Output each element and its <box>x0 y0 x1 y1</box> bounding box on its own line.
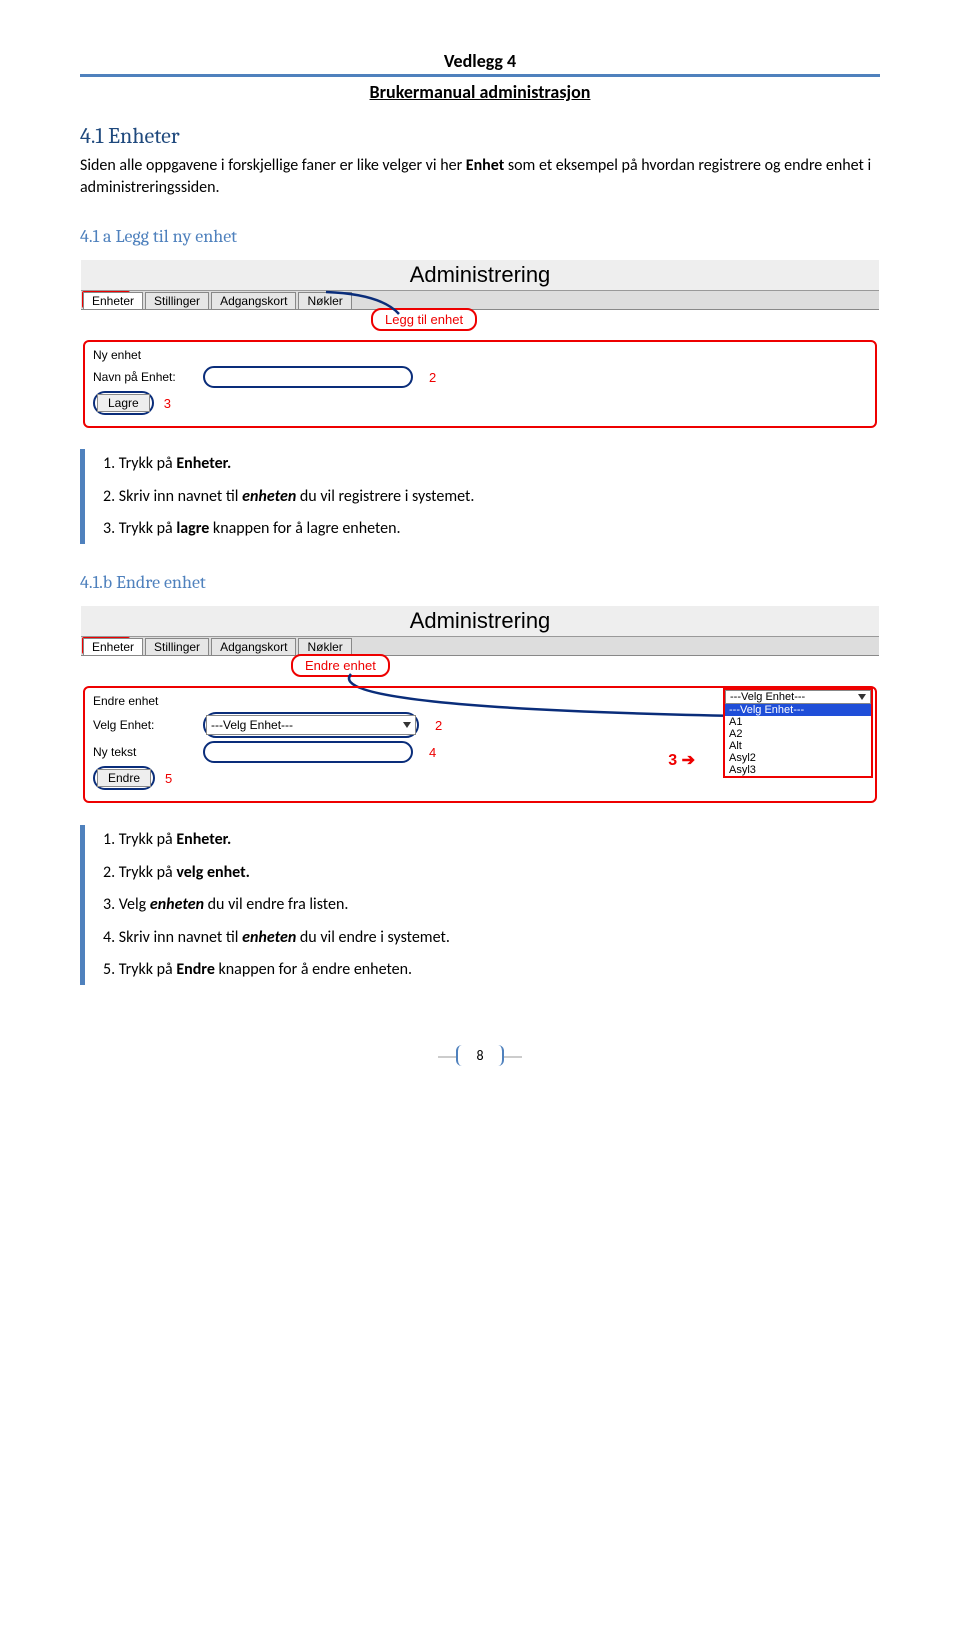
tab-stillinger[interactable]: Stillinger <box>145 292 209 309</box>
list-italic: enheten <box>150 895 204 914</box>
list-text: 5. Trykk på <box>103 960 176 979</box>
select-value: ---Velg Enhet--- <box>211 718 293 732</box>
list-bold: Endre <box>176 960 215 979</box>
list-text: du vil registrere i systemet. <box>296 487 474 506</box>
list-bold: Enheter. <box>176 830 231 849</box>
form-panel: Endre enhet Velg Enhet: ---Velg Enhet---… <box>83 686 877 803</box>
arrow-right-icon: ➔ <box>682 752 695 769</box>
dropdown-option[interactable]: Asyl3 <box>725 764 871 776</box>
list-item: 2. Trykk på velg enhet. <box>103 858 880 888</box>
field-label: Velg Enhet: <box>93 718 193 732</box>
list-item: 1. Trykk på Enheter. <box>103 825 880 855</box>
instruction-list: 1. Trykk på Enheter. 2. Skriv inn navnet… <box>80 449 880 544</box>
list-item: 4. Skriv inn navnet til enheten du vil e… <box>103 923 880 953</box>
button-highlight: Endre <box>93 766 155 790</box>
subsection-heading: 4.1 a Legg til ny enhet <box>80 226 880 247</box>
velg-enhet-select[interactable]: ---Velg Enhet--- <box>206 715 416 735</box>
enhet-dropdown-list: ---Velg Enhet--- ---Velg Enhet--- A1 A2 … <box>723 688 873 778</box>
tab-bar: Enheter Stillinger Adgangskort Nøkler <box>81 637 879 656</box>
annotation-number: 3 <box>164 396 171 411</box>
annotation-number: 3 ➔ <box>668 750 695 770</box>
endre-button[interactable]: Endre <box>97 769 151 787</box>
annotation-number-text: 3 <box>668 752 677 769</box>
annotation-number: 2 <box>429 370 436 385</box>
dropdown-option[interactable]: Asyl2 <box>725 752 871 764</box>
panel-title: Ny enhet <box>93 348 867 362</box>
annotation-number: 5 <box>165 771 172 786</box>
list-text: knappen for å endre enheten. <box>215 960 412 979</box>
page-number-wrap: 8 <box>80 1045 880 1066</box>
list-text: 2. Trykk på <box>103 863 176 882</box>
tab-adgangskort[interactable]: Adgangskort <box>211 638 296 655</box>
dropdown-option[interactable]: A1 <box>725 716 871 728</box>
list-italic: enheten <box>242 928 296 947</box>
tab-enheter[interactable]: Enheter <box>83 638 143 655</box>
list-text: du vil endre i systemet. <box>296 928 450 947</box>
list-text: 1. Trykk på <box>103 454 176 473</box>
callout-connector-icon <box>321 284 441 324</box>
form-panel: Ny enhet Navn på Enhet: 2 Lagre 3 <box>83 340 877 428</box>
list-item: 1. Trykk på Enheter. <box>103 449 880 479</box>
annotation-number: 2 <box>435 718 442 733</box>
list-bold: velg enhet. <box>176 863 250 882</box>
button-highlight: Lagre <box>93 391 154 415</box>
dropdown-head-text: ---Velg Enhet--- <box>730 691 805 703</box>
window-title: Administrering <box>81 260 879 291</box>
tab-adgangskort[interactable]: Adgangskort <box>211 292 296 309</box>
list-item: 2. Skriv inn navnet til enheten du vil r… <box>103 482 880 512</box>
tab-bar: Enheter Stillinger Adgangskort Nøkler <box>81 291 879 310</box>
list-text: 1. Trykk på <box>103 830 176 849</box>
intro-paragraph: Siden alle oppgavene i forskjellige fane… <box>80 155 880 198</box>
field-label: Navn på Enhet: <box>93 370 193 384</box>
list-text: 3. Velg <box>103 895 150 914</box>
figure-endre-enhet: 1 Administrering Enheter Stillinger Adga… <box>80 605 880 805</box>
list-item: 3. Velg enheten du vil endre fra listen. <box>103 890 880 920</box>
subsection-heading: 4.1.b Endre enhet <box>80 572 880 593</box>
page-number: 8 <box>456 1045 503 1066</box>
section-heading: 4.1 Enheter <box>80 123 880 149</box>
dropdown-collapsed[interactable]: ---Velg Enhet--- <box>725 690 871 704</box>
para-bold: Enhet <box>466 156 504 175</box>
field-label: Ny tekst <box>93 745 193 759</box>
enhet-name-input[interactable] <box>203 366 413 388</box>
list-text: du vil endre fra listen. <box>204 895 348 914</box>
list-italic: enheten <box>242 487 296 506</box>
doc-subheader: Brukermanual administrasjon <box>80 81 880 103</box>
lagre-button[interactable]: Lagre <box>97 394 150 412</box>
ny-tekst-input[interactable] <box>203 741 413 763</box>
figure-legg-til-enhet: 1 Administrering Enheter Stillinger Adga… <box>80 259 880 429</box>
dropdown-option-selected[interactable]: ---Velg Enhet--- <box>725 704 871 716</box>
list-text: knappen for å lagre enheten. <box>209 519 400 538</box>
dropdown-option[interactable]: A2 <box>725 728 871 740</box>
window-title: Administrering <box>81 606 879 637</box>
tab-stillinger[interactable]: Stillinger <box>145 638 209 655</box>
list-item: 3. Trykk på lagre knappen for å lagre en… <box>103 514 880 544</box>
list-item: 5. Trykk på Endre knappen for å endre en… <box>103 955 880 985</box>
list-bold: Enheter. <box>176 454 231 473</box>
instruction-list: 1. Trykk på Enheter. 2. Trykk på velg en… <box>80 825 880 985</box>
tab-nokler[interactable]: Nøkler <box>298 638 351 655</box>
chevron-down-icon <box>403 722 411 728</box>
list-text: 3. Trykk på <box>103 519 176 538</box>
doc-header: Vedlegg 4 <box>80 50 880 77</box>
annotation-number: 4 <box>429 745 436 760</box>
dropdown-option[interactable]: Alt <box>725 740 871 752</box>
chevron-down-icon <box>858 694 866 700</box>
tab-enheter[interactable]: Enheter <box>83 292 143 309</box>
list-bold: lagre <box>176 519 209 538</box>
list-text: 2. Skriv inn navnet til <box>103 487 242 506</box>
para-text: Siden alle oppgavene i forskjellige fane… <box>80 156 466 175</box>
select-highlight: ---Velg Enhet--- <box>203 712 419 738</box>
list-text: 4. Skriv inn navnet til <box>103 928 242 947</box>
